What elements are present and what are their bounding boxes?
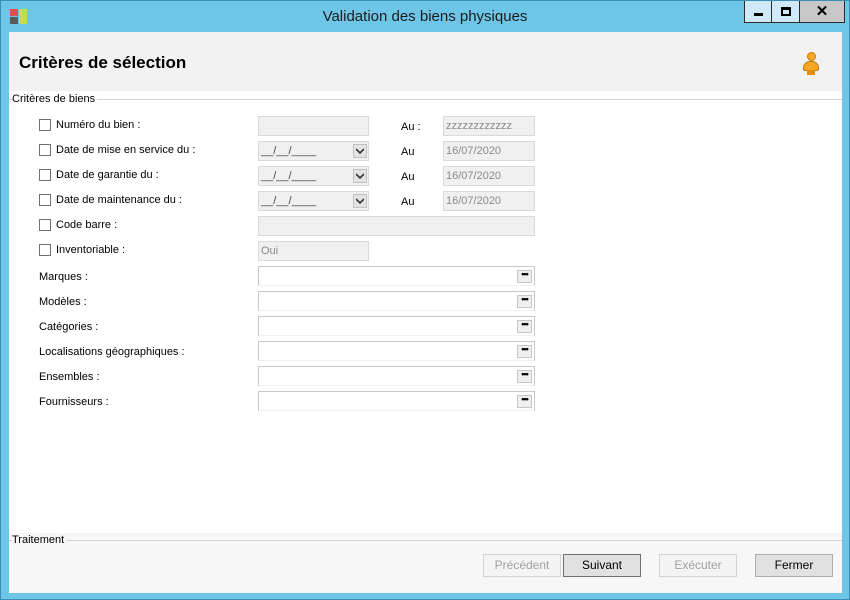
label-au-garantie: Au <box>401 171 415 183</box>
code-barre-input[interactable] <box>258 216 535 236</box>
date-mise-service-from-picker[interactable]: __/__/____ <box>258 141 369 161</box>
title-bar[interactable]: Validation des biens physiques ✕ <box>1 1 849 32</box>
date-garantie-from-value: __/__/____ <box>261 170 317 182</box>
label-ensembles: Ensembles : <box>39 371 100 383</box>
localisations-picker[interactable]: ••• <box>258 341 535 361</box>
page-title: Critères de sélection <box>19 53 187 72</box>
inventoriable-input[interactable]: Oui <box>258 241 369 261</box>
label-au-numero: Au : <box>401 121 421 133</box>
label-modeles: Modèles : <box>39 296 87 308</box>
label-numero-bien: Numéro du bien : <box>56 119 141 131</box>
modeles-picker[interactable]: ••• <box>258 291 535 311</box>
date-mise-service-from-value: __/__/____ <box>261 145 317 157</box>
checkbox-date-maintenance[interactable] <box>39 194 51 206</box>
checkbox-date-garantie[interactable] <box>39 169 51 181</box>
criteria-group-title: Critères de biens <box>12 93 98 105</box>
date-mise-service-to-input[interactable]: 16/07/2020 <box>443 141 535 161</box>
chevron-down-icon[interactable] <box>353 194 367 208</box>
label-inventoriable: Inventoriable : <box>56 244 126 256</box>
criteria-group-border <box>9 99 842 100</box>
label-date-maintenance: Date de maintenance du : <box>56 194 182 206</box>
date-garantie-to-input[interactable]: 16/07/2020 <box>443 166 535 186</box>
close-icon: ✕ <box>815 3 829 20</box>
label-localisations: Localisations géographiques : <box>39 346 185 358</box>
ellipsis-icon[interactable]: ••• <box>517 270 532 283</box>
ellipsis-icon[interactable]: ••• <box>517 295 532 308</box>
ellipsis-icon[interactable]: ••• <box>517 370 532 383</box>
label-date-garantie: Date de garantie du : <box>56 169 159 181</box>
minimize-button[interactable] <box>744 1 772 23</box>
label-au-mise-service: Au <box>401 146 415 158</box>
label-code-barre: Code barre : <box>56 219 118 231</box>
chevron-down-icon[interactable] <box>353 144 367 158</box>
label-categories: Catégories : <box>39 321 99 333</box>
maximize-button[interactable] <box>772 1 800 23</box>
execute-button[interactable]: Exécuter <box>659 554 737 577</box>
label-au-maintenance: Au <box>401 196 415 208</box>
application-window: Validation des biens physiques ✕ Critère… <box>0 0 850 600</box>
date-maintenance-from-value: __/__/____ <box>261 195 317 207</box>
dialog-header: Critères de sélection <box>9 32 842 91</box>
previous-button[interactable]: Précédent <box>483 554 561 577</box>
marques-picker[interactable]: ••• <box>258 266 535 286</box>
dialog-client-area: Critères de sélection Critères de biens … <box>9 32 842 593</box>
checkbox-numero-bien[interactable] <box>39 119 51 131</box>
date-maintenance-from-picker[interactable]: __/__/____ <box>258 191 369 211</box>
user-icon[interactable] <box>802 52 820 75</box>
label-fournisseurs: Fournisseurs : <box>39 396 109 408</box>
ellipsis-icon[interactable]: ••• <box>517 345 532 358</box>
window-title: Validation des biens physiques <box>322 8 528 25</box>
label-date-mise-service: Date de mise en service du : <box>56 144 196 156</box>
close-window-button[interactable]: ✕ <box>800 1 845 23</box>
minimize-icon <box>753 12 763 16</box>
fournisseurs-picker[interactable]: ••• <box>258 391 535 411</box>
checkbox-inventoriable[interactable] <box>39 244 51 256</box>
date-garantie-from-picker[interactable]: __/__/____ <box>258 166 369 186</box>
numero-bien-from-input[interactable] <box>258 116 369 136</box>
treatment-group-title: Traitement <box>12 534 67 546</box>
next-button[interactable]: Suivant <box>563 554 641 577</box>
checkbox-code-barre[interactable] <box>39 219 51 231</box>
ellipsis-icon[interactable]: ••• <box>517 395 532 408</box>
ellipsis-icon[interactable]: ••• <box>517 320 532 333</box>
treatment-group-border <box>9 540 842 541</box>
date-maintenance-to-input[interactable]: 16/07/2020 <box>443 191 535 211</box>
maximize-icon <box>780 7 791 16</box>
close-button[interactable]: Fermer <box>755 554 833 577</box>
ensembles-picker[interactable]: ••• <box>258 366 535 386</box>
categories-picker[interactable]: ••• <box>258 316 535 336</box>
numero-bien-to-input[interactable]: zzzzzzzzzzzz <box>443 116 535 136</box>
label-marques: Marques : <box>39 271 88 283</box>
chevron-down-icon[interactable] <box>353 169 367 183</box>
checkbox-date-mise-service[interactable] <box>39 144 51 156</box>
